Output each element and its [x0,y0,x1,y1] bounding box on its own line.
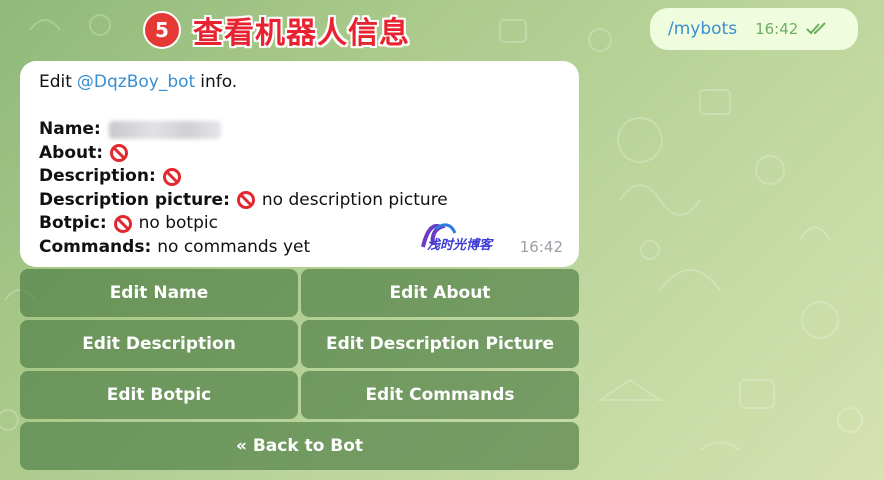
edit-about-button[interactable]: Edit About [301,269,579,317]
botpic-value: no botpic [138,213,218,233]
name-label: Name: [39,119,101,139]
bot-handle-link[interactable]: @DqzBoy_bot [77,71,195,95]
step-number-badge: 5 [143,11,181,49]
edit-description-picture-button[interactable]: Edit Description Picture [301,320,579,368]
watermark-logo: 浅时光博客 [421,223,494,253]
outgoing-message-text: /mybots [668,19,738,39]
step-annotation: 5 查看机器人信息 [143,8,410,52]
description-picture-value: no description picture [261,189,448,210]
edit-commands-button[interactable]: Edit Commands [301,371,579,419]
intro-suffix: info. [200,72,238,92]
prohibited-icon [236,191,255,210]
blurred-name-value [108,120,221,139]
prohibited-icon [162,167,181,186]
about-label: About: [39,142,104,163]
edit-botpic-button[interactable]: Edit Botpic [20,371,298,419]
commands-value: no commands yet [157,236,311,257]
description-label: Description: [39,166,156,186]
prohibited-icon [113,214,132,233]
outgoing-message: /mybots 16:42 [650,8,858,50]
back-to-bot-button[interactable]: « Back to Bot [20,422,579,470]
edit-name-button[interactable]: Edit Name [20,269,298,317]
description-picture-label: Description picture: [39,189,230,210]
outgoing-message-time: 16:42 [755,20,799,38]
botpic-label: Botpic: [39,213,107,233]
commands-label: Commands: [39,236,152,257]
step-title: 查看机器人信息 [193,16,410,51]
intro-prefix: Edit [39,72,72,92]
inline-keyboard: Edit Name Edit About Edit Description Ed… [20,269,579,473]
incoming-message-time: 16:42 [519,237,563,256]
edit-description-button[interactable]: Edit Description [20,320,298,368]
incoming-bot-message: Edit @DqzBoy_bot info. Name: About: Desc… [20,61,579,267]
prohibited-icon [110,144,129,163]
double-check-icon [806,22,827,35]
watermark-text: 浅时光博客 [427,237,494,253]
